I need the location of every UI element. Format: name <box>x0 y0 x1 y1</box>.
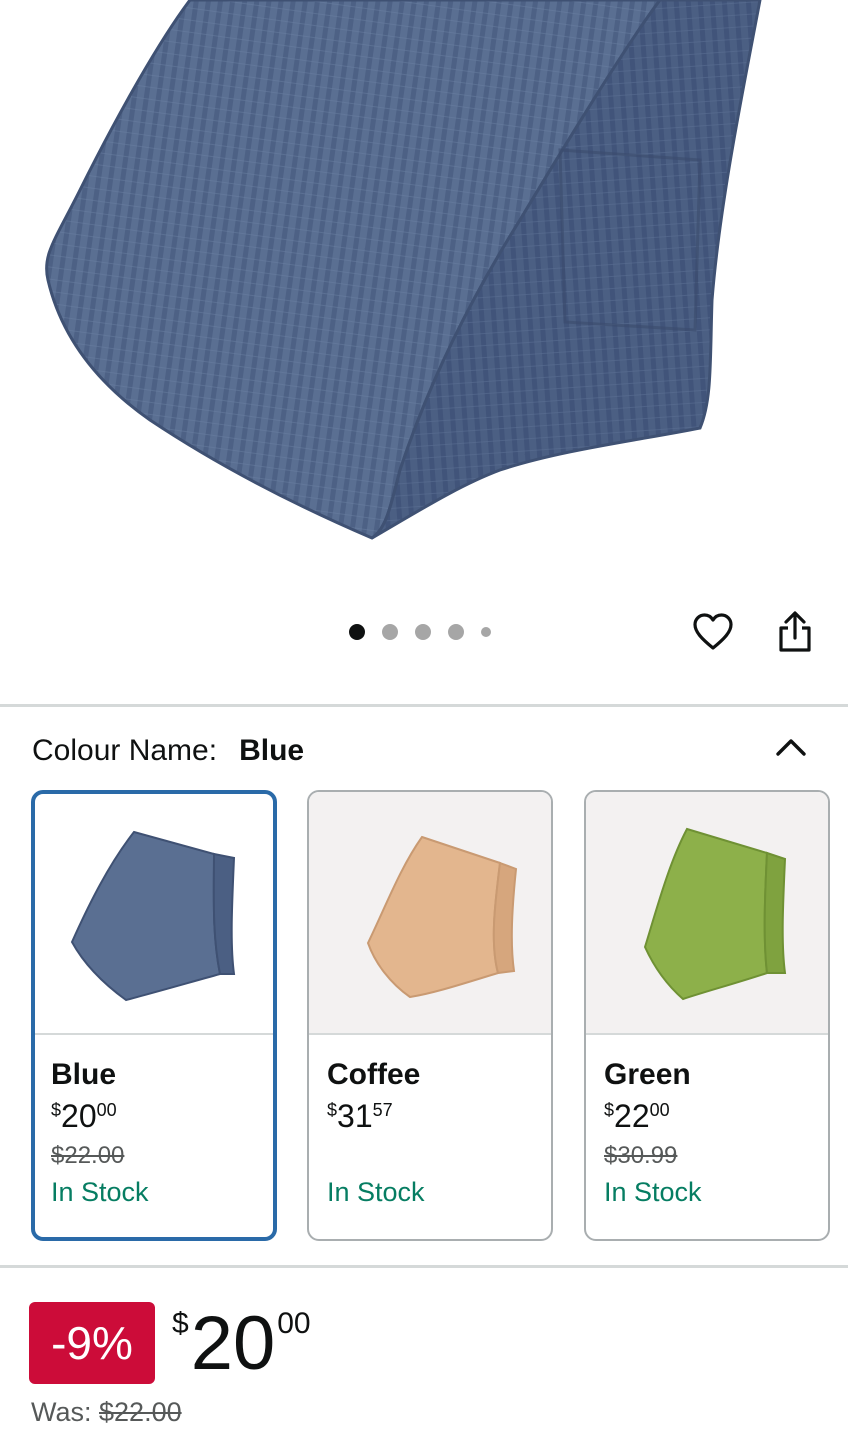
collapse-button[interactable] <box>768 724 814 770</box>
swatch-stock-status: In Stock <box>604 1177 702 1207</box>
swatch-coffee[interactable]: Coffee $ 31 57 In Stock <box>307 790 553 1241</box>
wedge-pillow-thumbnail <box>366 835 518 998</box>
was-value: $22.00 <box>99 1397 182 1427</box>
was-label: Was: <box>31 1397 100 1427</box>
discount-badge: -9% <box>29 1302 155 1384</box>
swatch-stock-status: In Stock <box>327 1177 425 1207</box>
price-fraction: 00 <box>96 1100 117 1120</box>
wedge-pillow-thumbnail <box>70 830 236 1001</box>
price-fraction: 00 <box>649 1100 670 1120</box>
colour-name-row: Colour Name: Blue <box>32 734 304 768</box>
carousel-dot[interactable] <box>349 624 365 640</box>
currency-symbol: $ <box>172 1307 189 1340</box>
price-whole: 31 <box>337 1098 373 1134</box>
colour-name-label: Colour Name: <box>32 734 218 767</box>
price-whole: 22 <box>614 1098 650 1134</box>
chevron-up-icon <box>776 739 806 756</box>
was-price: Was: $22.00 <box>31 1397 182 1428</box>
price-whole: 20 <box>61 1098 97 1134</box>
currency-symbol: $ <box>604 1100 615 1120</box>
product-image[interactable] <box>0 0 848 600</box>
heart-icon <box>693 613 733 650</box>
carousel-dot[interactable] <box>481 627 491 637</box>
swatch-was-price: $30.99 <box>604 1142 678 1169</box>
share-button[interactable] <box>772 609 818 655</box>
wishlist-button[interactable] <box>690 609 736 655</box>
swatch-name: Green <box>604 1058 691 1091</box>
swatch-name: Blue <box>51 1058 117 1091</box>
carousel-dot[interactable] <box>415 624 431 640</box>
carousel-dots[interactable] <box>349 624 491 640</box>
swatch-thumbnail <box>309 792 551 1035</box>
price-whole: 20 <box>190 1301 276 1386</box>
swatch-thumbnail <box>35 794 273 1035</box>
share-icon <box>779 611 811 652</box>
carousel-dot[interactable] <box>382 624 398 640</box>
swatch-price: $ 20 00 <box>51 1099 273 1133</box>
price-fraction: 57 <box>372 1100 393 1120</box>
swatch-price: $ 22 00 <box>604 1099 828 1133</box>
currency-symbol: $ <box>327 1100 338 1120</box>
colour-name-value: Blue <box>239 734 305 767</box>
wedge-pillow-thumbnail <box>643 827 787 1000</box>
divider <box>0 1265 848 1268</box>
divider <box>0 704 848 707</box>
price-fraction: 00 <box>277 1307 311 1340</box>
currency-symbol: $ <box>51 1100 62 1120</box>
swatch-was-price: $22.00 <box>51 1142 125 1169</box>
swatch-green[interactable]: Green $ 22 00 $30.99 In Stock <box>584 790 830 1241</box>
carousel-dot[interactable] <box>448 624 464 640</box>
wedge-pillow-image <box>45 0 762 540</box>
swatch-blue[interactable]: Blue $ 20 00 $22.00 In Stock <box>31 790 277 1241</box>
current-price: $ 20 00 <box>172 1306 311 1382</box>
swatch-stock-status: In Stock <box>51 1177 149 1207</box>
swatch-thumbnail <box>586 792 828 1035</box>
swatch-price: $ 31 57 <box>327 1099 551 1133</box>
carousel-controls <box>0 600 848 704</box>
swatch-name: Coffee <box>327 1058 421 1091</box>
